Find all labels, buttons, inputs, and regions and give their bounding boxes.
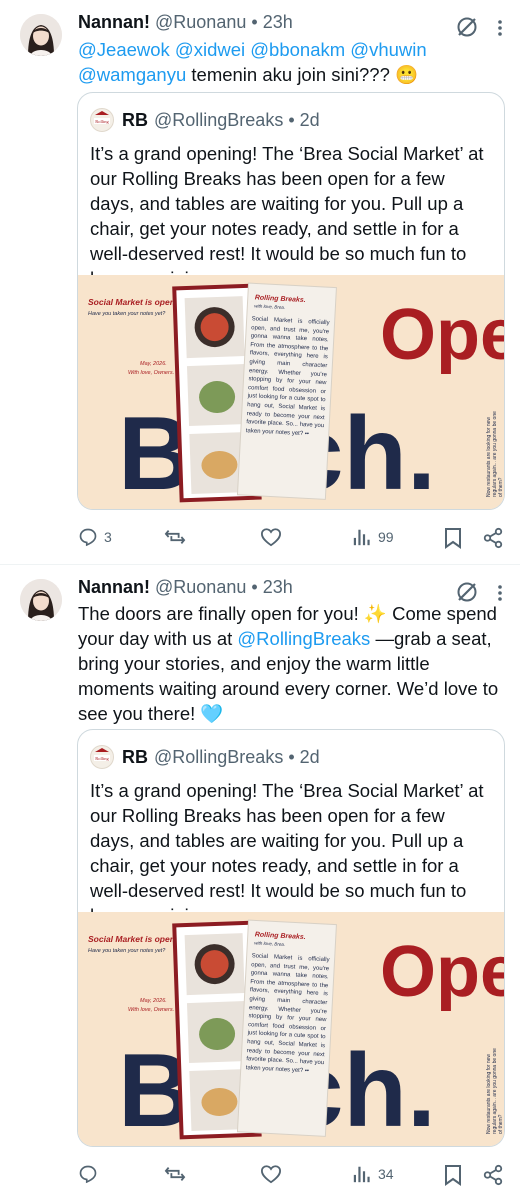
quote-avatar-text: Rolling	[95, 119, 109, 124]
separator-dot: •	[251, 12, 258, 32]
share-button[interactable]	[482, 1164, 504, 1186]
reply-icon	[79, 528, 97, 547]
bookmark-icon	[445, 528, 461, 549]
poster-subline: Have you taken your notes yet?	[88, 311, 166, 317]
views-button[interactable]: 99	[352, 527, 394, 547]
post-text-body: temenin aku join sini???	[186, 64, 396, 85]
post-1[interactable]: Nannan! @Ruonanu • 23h @Jeaewok @xidwei …	[0, 0, 520, 565]
views-icon	[353, 529, 370, 546]
post-time[interactable]: 23h	[263, 12, 293, 32]
share-button[interactable]	[482, 527, 504, 549]
quote-author-handle[interactable]: @RollingBreaks	[154, 110, 283, 131]
avatar[interactable]	[20, 579, 62, 621]
post-header: Nannan! @Ruonanu • 23h	[78, 12, 293, 33]
poster-card-body: Social Market is officially open, and tr…	[245, 953, 330, 1075]
views-count: 99	[378, 529, 394, 545]
poster-subline: Have you taken your notes yet?	[88, 948, 166, 954]
separator-dot: •	[283, 109, 300, 130]
quote-image[interactable]: Open Batch. Social Market is open. Have …	[78, 912, 505, 1146]
heart-icon	[260, 528, 282, 547]
mention-list[interactable]: @Jeaewok @xidwei @bbonakm @vhuwin	[78, 39, 427, 60]
views-count: 34	[378, 1166, 394, 1182]
separator-dot: •	[251, 577, 258, 597]
repost-icon	[164, 530, 186, 544]
repost-button[interactable]	[164, 1164, 192, 1184]
bookmark-icon	[445, 1165, 461, 1186]
share-icon	[483, 1164, 503, 1186]
repost-button[interactable]	[164, 527, 192, 547]
avatar-image	[20, 579, 62, 621]
author-name[interactable]: Nannan!	[78, 12, 150, 32]
author-handle[interactable]: @Ruonanu	[155, 12, 246, 32]
quote-author-handle[interactable]: @RollingBreaks	[154, 747, 283, 768]
quote-image[interactable]: Open Batch. Social Market is open. Have …	[78, 275, 505, 509]
poster-big-text-1: Open	[380, 932, 505, 1012]
blue-heart-emoji: 🩵	[200, 703, 224, 724]
post-actions: 34	[72, 1164, 510, 1192]
avatar[interactable]	[20, 14, 62, 56]
quoted-post[interactable]: Rolling RB @RollingBreaks • 2d It’s a gr…	[77, 92, 505, 510]
bookmark-button[interactable]	[444, 527, 462, 549]
grimace-emoji: 😬	[395, 64, 419, 85]
post-text: @Jeaewok @xidwei @bbonakm @vhuwin @wamga…	[78, 37, 500, 87]
quote-header: Rolling RB @RollingBreaks • 2d	[90, 745, 320, 769]
avatar-image	[20, 14, 62, 56]
post-text-intro: The doors are finally open for you!	[78, 603, 364, 624]
mention-link[interactable]: @wamganyu	[78, 64, 186, 85]
poster-headline: Social Market is open.	[88, 934, 177, 944]
quote-author-name[interactable]: RB	[122, 110, 148, 131]
poster-date: May, 2026.	[140, 998, 167, 1004]
views-button[interactable]: 34	[352, 1164, 394, 1184]
separator-dot: •	[283, 746, 300, 767]
reply-button[interactable]	[78, 1164, 104, 1184]
post-actions: 3 99	[72, 527, 510, 555]
post-text: The doors are finally open for you! ✨ Co…	[78, 601, 500, 726]
author-handle[interactable]: @Ruonanu	[155, 577, 246, 597]
like-button[interactable]	[260, 527, 288, 547]
views-icon	[353, 1166, 370, 1183]
poster-card-body: Social Market is officially open, and tr…	[245, 316, 330, 438]
quote-author-name[interactable]: RB	[122, 747, 148, 768]
poster-side-note: Now restaurants are looking for new regu…	[486, 411, 504, 497]
poster-headline: Social Market is open.	[88, 297, 177, 307]
quote-avatar-text: Rolling	[95, 756, 109, 761]
like-button[interactable]	[260, 1164, 288, 1184]
repost-icon	[164, 1167, 186, 1181]
reply-button[interactable]: 3	[78, 527, 112, 547]
bookmark-button[interactable]	[444, 1164, 462, 1186]
quote-avatar: Rolling	[90, 108, 114, 132]
quote-avatar: Rolling	[90, 745, 114, 769]
poster-date: May, 2026.	[140, 361, 167, 367]
author-name[interactable]: Nannan!	[78, 577, 150, 597]
quoted-post[interactable]: Rolling RB @RollingBreaks • 2d It’s a gr…	[77, 729, 505, 1147]
quote-time[interactable]: 2d	[300, 747, 320, 768]
heart-icon	[260, 1165, 282, 1184]
share-icon	[483, 527, 503, 549]
quote-header: Rolling RB @RollingBreaks • 2d	[90, 108, 320, 132]
reply-icon	[79, 1165, 97, 1184]
poster-signoff: With love, Owners.	[128, 1007, 174, 1013]
quote-text: It’s a grand opening! The ‘Brea Social M…	[90, 780, 484, 926]
poster-big-text-1: Open	[380, 295, 505, 375]
poster-side-note: Now restaurants are looking for new regu…	[486, 1048, 504, 1134]
quote-time[interactable]: 2d	[300, 110, 320, 131]
mention-link[interactable]: @RollingBreaks	[237, 628, 370, 649]
post-time[interactable]: 23h	[263, 577, 293, 597]
quote-text: It’s a grand opening! The ‘Brea Social M…	[90, 143, 484, 289]
poster-signoff: With love, Owners.	[128, 370, 174, 376]
post-2[interactable]: Nannan! @Ruonanu • 23h The doors are fin…	[0, 565, 520, 1200]
post-header: Nannan! @Ruonanu • 23h	[78, 577, 293, 598]
sparkle-emoji: ✨	[363, 603, 387, 624]
reply-count: 3	[104, 529, 112, 545]
